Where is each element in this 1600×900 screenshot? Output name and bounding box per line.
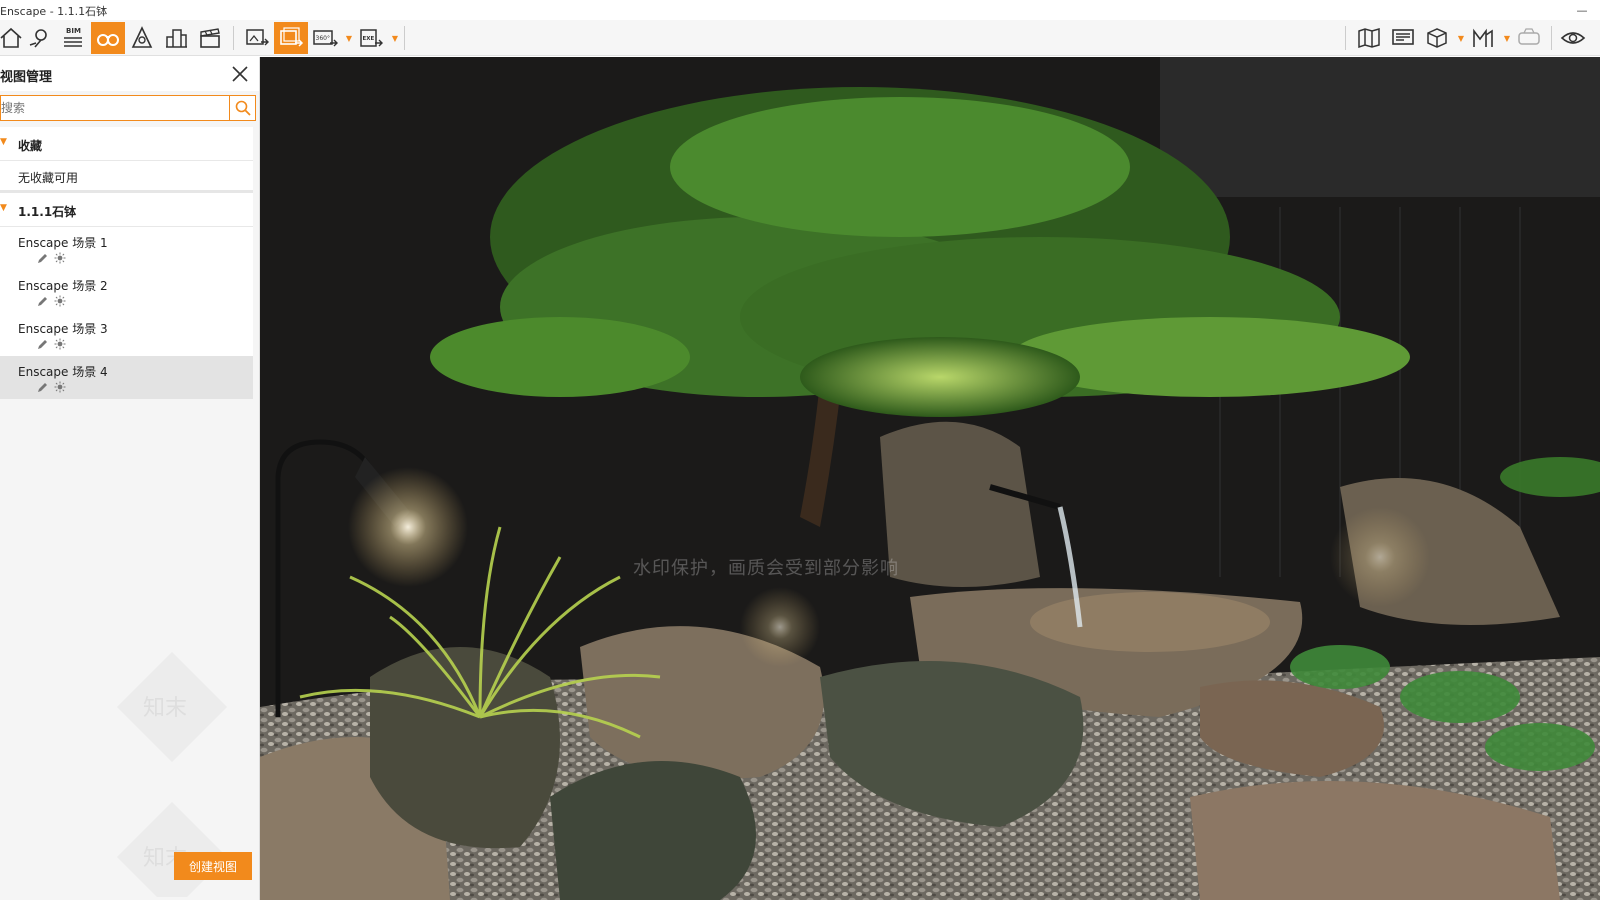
- vr-button[interactable]: [1512, 22, 1546, 54]
- map-button[interactable]: [1352, 22, 1386, 54]
- view-item[interactable]: Enscape 场景 3: [0, 313, 253, 356]
- monitor-button[interactable]: [1386, 22, 1420, 54]
- search-input[interactable]: [1, 96, 227, 120]
- window-controls: —: [1564, 0, 1600, 20]
- toolbar-separator: [1345, 26, 1346, 50]
- svg-text:360°: 360°: [316, 35, 330, 42]
- map-icon: [1358, 28, 1380, 49]
- create-view-button[interactable]: 创建视图: [174, 852, 252, 880]
- location-button[interactable]: [22, 22, 56, 54]
- toolbar-separator: [404, 26, 405, 50]
- screenshot-icon: [246, 29, 269, 46]
- watermark-text: 水印保护，画质会受到部分影响: [633, 558, 899, 579]
- search-button[interactable]: [229, 96, 255, 120]
- bim-menu-icon: BIM: [64, 27, 82, 47]
- expand-arrow-icon: ▼: [0, 203, 7, 213]
- batch-render-icon: [280, 27, 304, 47]
- eye-icon: [1560, 32, 1586, 44]
- home-icon: [0, 27, 22, 48]
- view-item-selected[interactable]: Enscape 场景 4: [0, 356, 253, 399]
- video-editor-button[interactable]: [193, 22, 227, 54]
- toolbar-separator: [1551, 26, 1552, 50]
- rendered-scene-image: [260, 57, 1600, 900]
- view-item-label: Enscape 场景 3: [18, 322, 108, 336]
- search-icon: [235, 100, 251, 116]
- search-box: [0, 95, 256, 121]
- chevron-down-icon[interactable]: ▼: [1504, 34, 1510, 43]
- chart-icon: [1473, 28, 1493, 47]
- screenshot-button[interactable]: [240, 22, 274, 54]
- view-item-icons: [36, 381, 66, 393]
- view-list: ▼ 收藏 无收藏可用 ▼ 1.1.1石钵 Enscape 场景 1 Enscap…: [0, 127, 253, 399]
- sun-icon[interactable]: [54, 252, 66, 264]
- panorama-button[interactable]: 360° ▼: [308, 22, 352, 54]
- cube-button[interactable]: ▼: [1420, 22, 1464, 54]
- window-title: Enscape - 1.1.1石钵: [0, 5, 108, 18]
- sun-icon[interactable]: [54, 381, 66, 393]
- chevron-down-icon[interactable]: ▼: [392, 34, 398, 43]
- favorites-group-header[interactable]: ▼ 收藏: [0, 127, 253, 161]
- view-item-label: Enscape 场景 1: [18, 236, 108, 250]
- chart-button[interactable]: ▼: [1466, 22, 1510, 54]
- asset-library-button[interactable]: [125, 22, 159, 54]
- bim-button[interactable]: BIM: [56, 22, 90, 54]
- pencil-icon[interactable]: [36, 338, 48, 350]
- view-item[interactable]: Enscape 场景 2: [0, 270, 253, 313]
- buildings-icon: [166, 29, 187, 48]
- chevron-down-icon[interactable]: ▼: [346, 34, 352, 43]
- monitor-icon: [1392, 29, 1414, 45]
- chevron-down-icon[interactable]: ▼: [1458, 34, 1464, 43]
- view-management-panel: 视图管理 ▼ 收藏 无收藏可用 ▼ 1.1.1石钵 Enscape 场景 1: [0, 57, 260, 900]
- export-exe-button[interactable]: EXE ▼: [354, 22, 398, 54]
- pencil-icon[interactable]: [36, 252, 48, 264]
- panorama-icon: 360°: [313, 30, 338, 47]
- views-button[interactable]: [91, 22, 125, 54]
- cube-icon: [1427, 28, 1447, 48]
- export-exe-icon: EXE: [360, 29, 383, 47]
- title-bar: Enscape - 1.1.1石钵 —: [0, 0, 1600, 20]
- close-icon[interactable]: [229, 63, 251, 85]
- render-viewport[interactable]: 水印保护，画质会受到部分影响: [260, 57, 1600, 900]
- pencil-icon[interactable]: [36, 381, 48, 393]
- clapperboard-icon: [200, 28, 220, 48]
- favorites-label: 收藏: [18, 139, 43, 153]
- sun-icon[interactable]: [54, 295, 66, 307]
- view-item-icons: [36, 338, 66, 350]
- favorites-empty-text: 无收藏可用: [0, 161, 253, 193]
- view-item-label: Enscape 场景 4: [18, 365, 108, 379]
- vr-headset-icon: [1518, 28, 1540, 45]
- view-item[interactable]: Enscape 场景 1: [0, 227, 253, 270]
- view-item-icons: [36, 295, 66, 307]
- project-label: 1.1.1石钵: [18, 205, 77, 219]
- panel-header: 视图管理: [0, 57, 259, 91]
- svg-text:知末: 知末: [143, 696, 187, 721]
- sun-icon[interactable]: [54, 338, 66, 350]
- project-group-header[interactable]: ▼ 1.1.1石钵: [0, 193, 253, 227]
- svg-text:EXE: EXE: [363, 36, 375, 42]
- minimize-button[interactable]: —: [1564, 0, 1600, 20]
- asset-library-icon: [131, 26, 153, 48]
- panel-title: 视图管理: [0, 70, 53, 85]
- location-pin-icon: [29, 29, 47, 48]
- view-item-icons: [36, 252, 66, 264]
- toolbar-separator: [233, 26, 234, 50]
- buildings-button[interactable]: [159, 22, 193, 54]
- toolbar: BIM 360° ▼ EXE ▼ ▼ ▼: [0, 20, 1600, 74]
- visibility-button[interactable]: [1556, 22, 1590, 54]
- pencil-icon[interactable]: [36, 295, 48, 307]
- view-item-label: Enscape 场景 2: [18, 279, 108, 293]
- expand-arrow-icon: ▼: [0, 137, 7, 147]
- batch-render-button[interactable]: [274, 22, 308, 54]
- svg-text:BIM: BIM: [66, 27, 81, 35]
- binoculars-icon: [97, 34, 119, 46]
